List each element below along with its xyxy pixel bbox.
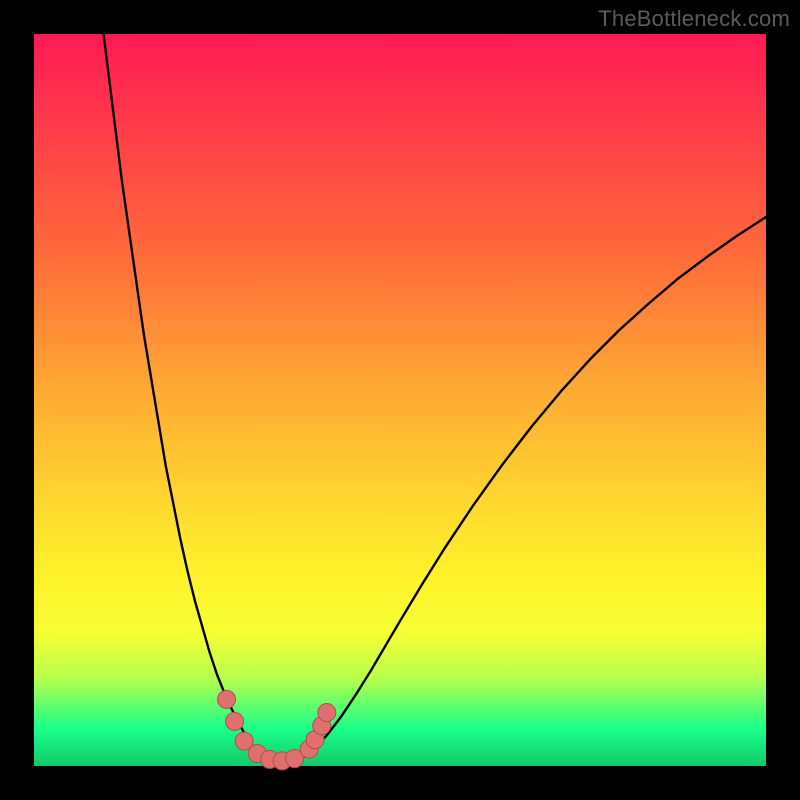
chart-frame: TheBottleneck.com bbox=[0, 0, 800, 800]
chart-svg bbox=[34, 34, 766, 766]
chart-curve bbox=[104, 34, 766, 765]
chart-marker bbox=[318, 704, 336, 722]
chart-marker bbox=[218, 690, 236, 708]
chart-marker bbox=[226, 712, 244, 730]
chart-markers bbox=[218, 690, 336, 769]
watermark-text: TheBottleneck.com bbox=[598, 6, 790, 32]
chart-plot-area bbox=[34, 34, 766, 766]
